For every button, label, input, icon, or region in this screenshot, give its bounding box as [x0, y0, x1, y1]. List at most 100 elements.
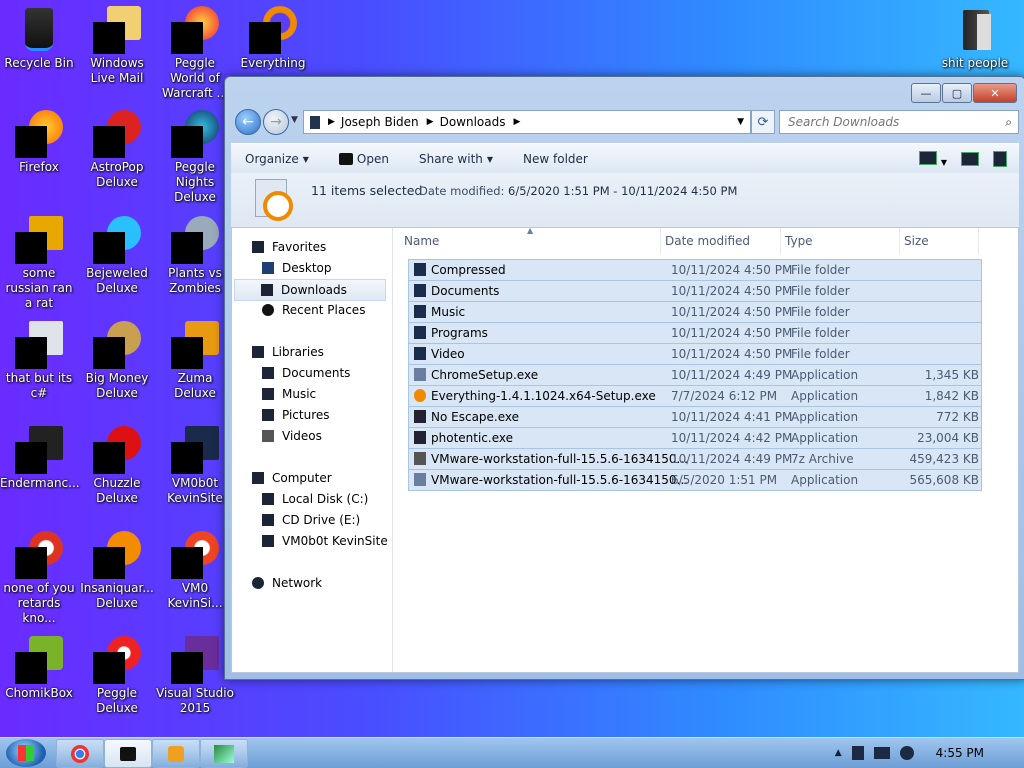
chevron-right-icon[interactable]: ▶ [427, 117, 434, 127]
new-folder-button[interactable]: New folder [523, 152, 588, 166]
desktop-icon-bejeweled[interactable]: Bejeweled Deluxe [78, 210, 156, 296]
taskbar-media-player[interactable] [152, 739, 200, 768]
file-date-modified: 6/5/2020 1:51 PM [671, 473, 778, 487]
column-divider[interactable] [780, 228, 781, 254]
column-date[interactable]: Date modified [665, 234, 750, 248]
file-row[interactable]: photentic.exe 10/11/2024 4:42 PM Applicati… [408, 427, 982, 449]
desktop-icon-peggle-deluxe[interactable]: Peggle Deluxe [78, 630, 156, 716]
file-row[interactable]: Programs 10/11/2024 4:50 PM File folder [408, 322, 982, 344]
tray-app-icon[interactable] [851, 746, 864, 760]
desktop-icon-everything[interactable]: Everything [234, 0, 312, 71]
show-hidden-icons-icon[interactable]: ▲ [835, 748, 842, 758]
nav-favorites[interactable]: Favorites [252, 237, 326, 257]
search-box[interactable]: ⌕ [779, 110, 1019, 134]
nav-desktop[interactable]: Desktop [262, 258, 332, 278]
nav-recent-places[interactable]: Recent Places [262, 300, 365, 320]
desktop-icon-insaniquarium[interactable]: Insaniquar... Deluxe [78, 525, 156, 611]
organize-button[interactable]: Organize ▼ [245, 152, 309, 166]
visual-studio-icon [171, 636, 219, 684]
navigation-bar: ← → ▼ ▶ Joseph Biden ▶ Downloads ▶ ▼ ⟳ ⌕ [231, 107, 1019, 137]
desktop-icon-zuma[interactable]: Zuma Deluxe [156, 315, 234, 401]
desktop-icon-peggle-wow[interactable]: Peggle World of Warcraft ... [156, 0, 234, 101]
recent-pages-dropdown[interactable]: ▼ [291, 115, 298, 125]
nav-videos[interactable]: Videos [262, 426, 322, 446]
start-button[interactable] [6, 739, 46, 767]
breadcrumb-user[interactable]: Joseph Biden [341, 115, 419, 129]
close-button[interactable]: ✕ [973, 83, 1017, 103]
desktop-icon-recycle-bin[interactable]: Recycle Bin [0, 0, 78, 71]
desktop-icon-none-of-you[interactable]: none of you retards kno... [0, 525, 78, 626]
column-divider[interactable] [978, 228, 979, 254]
maximize-button[interactable]: ▢ [942, 83, 972, 103]
nav-documents[interactable]: Documents [262, 363, 350, 383]
nav-pictures[interactable]: Pictures [262, 405, 330, 425]
change-view-button[interactable]: ▼ [919, 150, 947, 168]
desktop-icon-visual-studio[interactable]: Visual Studio 2015 [156, 630, 234, 716]
desktop-icon-astropop[interactable]: AstroPop Deluxe [78, 104, 156, 190]
taskbar-chrome[interactable] [56, 739, 104, 768]
column-divider[interactable] [660, 228, 661, 254]
taskbar-explorer[interactable] [104, 739, 152, 768]
selection-thumbnail-icon [251, 179, 295, 221]
address-bar[interactable]: ▶ Joseph Biden ▶ Downloads ▶ ▼ [303, 110, 751, 134]
volume-icon[interactable] [899, 746, 914, 760]
installer-icon [414, 368, 426, 381]
refresh-button[interactable]: ⟳ [751, 110, 775, 134]
share-with-button[interactable]: Share with ▼ [419, 152, 493, 166]
help-icon[interactable] [993, 151, 1007, 167]
nav-computer[interactable]: Computer [252, 468, 332, 488]
column-name[interactable]: Name [404, 234, 439, 248]
file-row[interactable]: VMware-workstation-full-15.5.6-1634150..… [408, 469, 982, 491]
desktop-icon-big-money[interactable]: Big Money Deluxe [78, 315, 156, 401]
nav-vm-drive[interactable]: VM0b0t KevinSite [262, 531, 388, 551]
desktop-icon-firefox[interactable]: Firefox [0, 104, 78, 175]
preview-pane-icon[interactable] [961, 152, 979, 166]
file-row[interactable]: Video 10/11/2024 4:50 PM File folder [408, 343, 982, 365]
search-input[interactable] [786, 114, 1006, 130]
desktop-icon-chomikbox[interactable]: ChomikBox [0, 630, 78, 701]
file-row[interactable]: VMware-workstation-full-15.5.6-1634150..… [408, 448, 982, 470]
desktop-icon-plants-vs-zombies[interactable]: Plants vs Zombies [156, 210, 234, 296]
search-icon[interactable]: ⌕ [1005, 115, 1012, 130]
nav-local-disk[interactable]: Local Disk (C:) [262, 489, 368, 509]
cd-drive-icon [262, 514, 274, 526]
nav-network[interactable]: Network [252, 573, 322, 593]
forward-button[interactable]: → [263, 109, 289, 135]
taskbar-app[interactable] [200, 739, 248, 768]
file-row[interactable]: Compressed 10/11/2024 4:50 PM File folder [408, 259, 982, 281]
column-size[interactable]: Size [904, 234, 929, 248]
desktop-icon-that-but-its-c[interactable]: that but its c# [0, 315, 78, 401]
file-row[interactable]: Documents 10/11/2024 4:50 PM File folder [408, 280, 982, 302]
game-icon [93, 531, 141, 579]
nav-libraries[interactable]: Libraries [252, 342, 324, 362]
file-row[interactable]: Music 10/11/2024 4:50 PM File folder [408, 301, 982, 323]
desktop-icon-vm0-kevinsite[interactable]: VM0 KevinSi... [156, 525, 234, 611]
nav-cd-drive[interactable]: CD Drive (E:) [262, 510, 360, 530]
desktop-icon-russian-rat[interactable]: some russian ran a rat [0, 210, 78, 311]
file-row[interactable]: ChromeSetup.exe 10/11/2024 4:49 PM Applica… [408, 364, 982, 386]
desktop-icon-vm0b0t[interactable]: VM0b0t KevinSite [156, 420, 234, 506]
search-app-icon [414, 389, 426, 402]
column-divider[interactable] [899, 228, 900, 254]
display-icon[interactable] [873, 747, 890, 759]
chevron-right-icon[interactable]: ▶ [328, 117, 335, 127]
open-button[interactable]: Open [338, 152, 389, 166]
nav-downloads[interactable]: Downloads [234, 279, 386, 301]
breadcrumb-downloads[interactable]: Downloads [440, 115, 506, 129]
desktop-icon-shit-people[interactable]: shit people [936, 0, 1014, 71]
back-button[interactable]: ← [235, 109, 261, 135]
column-type[interactable]: Type [785, 234, 813, 248]
chevron-right-icon[interactable]: ▶ [513, 117, 520, 127]
navigation-pane: Favorites Desktop Downloads Recent Place… [232, 228, 393, 672]
minimize-button[interactable]: — [911, 83, 941, 103]
file-row[interactable]: No Escape.exe 10/11/2024 4:41 PM Applicati… [408, 406, 982, 428]
address-dropdown-icon[interactable]: ▼ [737, 117, 744, 127]
file-row[interactable]: Everything-1.4.1.1024.x64-Setup.exe 7/7/2… [408, 385, 982, 407]
file-date-modified: 10/11/2024 4:50 PM [671, 284, 793, 298]
nav-music[interactable]: Music [262, 384, 316, 404]
desktop-icon-peggle-nights[interactable]: Peggle Nights Deluxe [156, 104, 234, 205]
clock[interactable]: 4:55 PM [936, 746, 984, 760]
desktop-icon-chuzzle[interactable]: Chuzzle Deluxe [78, 420, 156, 506]
desktop-icon-windows-live-mail[interactable]: Windows Live Mail [78, 0, 156, 86]
desktop-icon-endermanc[interactable]: Endermanc... [0, 420, 80, 491]
